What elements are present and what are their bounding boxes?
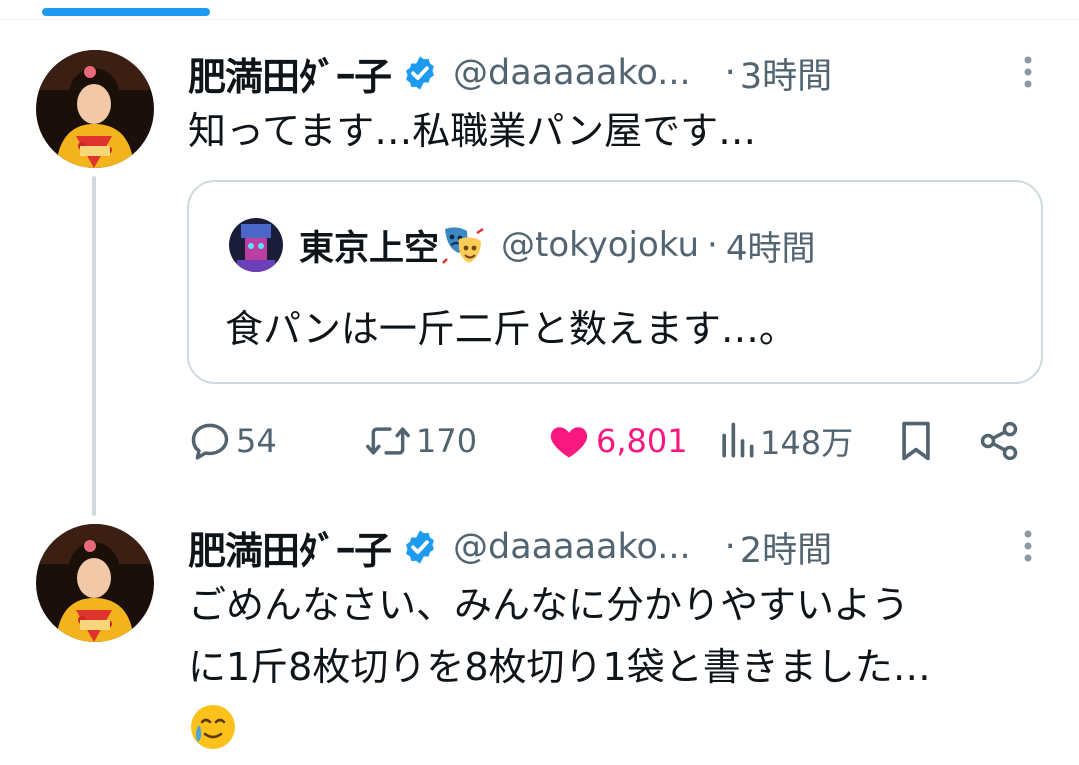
quoted-text: 食パンは一斤二斤と数えます…。 [225,307,797,351]
more-options-icon[interactable] [1008,50,1048,94]
retweet-icon [366,427,410,455]
views-button[interactable]: 148万 [718,416,853,466]
quoted-avatar[interactable] [229,218,283,272]
share-icon [980,421,1018,461]
more-options-icon[interactable] [1008,524,1048,568]
separator-dot: · [724,53,736,93]
crying-smile-emoji-icon [191,705,235,749]
like-count: 6,801 [596,422,688,460]
author-name[interactable]: 肥満田ﾀﾞｰ子 [188,520,392,575]
quoted-handle[interactable]: @tokyojoku [501,225,699,265]
verified-badge-icon [406,56,434,90]
tweet-text-line: ごめんなさい、みんなに分かりやすいよう [188,583,910,627]
tweet-text: 知ってます…私職業パン屋です… [188,109,757,153]
performing-arts-icon [442,227,484,264]
avatar[interactable] [36,50,154,168]
reply-icon [191,423,229,460]
retweet-count: 170 [416,422,478,460]
avatar[interactable] [36,524,154,642]
reply-button[interactable]: 54 [188,416,277,466]
timestamp[interactable]: 2時間 [740,522,832,573]
author-handle[interactable]: @daaaaako... [453,53,691,93]
timestamp[interactable]: 3時間 [740,48,832,99]
views-icon [722,422,754,458]
verified-badge-icon [406,530,434,564]
thread-connector-line [92,176,96,516]
tweet-header: 肥満田ﾀﾞｰ子 @daaaaako... · 3時間 [188,46,1048,100]
retweet-button[interactable]: 170 [364,416,477,466]
top-divider [0,19,1079,20]
bookmark-icon [902,421,930,461]
quoted-header: 東京上空 @tokyojoku · 4時間 [299,220,815,270]
heart-icon [550,427,588,458]
separator-dot: · [724,527,736,567]
view-count: 148万 [760,424,854,462]
author-handle[interactable]: @daaaaako... [453,527,691,567]
separator-dot: · [707,225,718,265]
bookmark-button[interactable] [896,416,936,466]
quoted-timestamp[interactable]: 4時間 [726,221,816,270]
author-name[interactable]: 肥満田ﾀﾞｰ子 [188,46,392,101]
like-button[interactable]: 6,801 [546,416,688,466]
quoted-tweet-card[interactable]: 東京上空 @tokyojoku · 4時間 食パンは一斤二斤と数えます…。 [187,180,1043,384]
active-tab-indicator [42,8,210,16]
tweet-text-line: に1斤8枚切りを8枚切り1袋と書きました… [188,645,931,689]
quoted-author-name[interactable]: 東京上空 [299,220,439,271]
tweet-header: 肥満田ﾀﾞｰ子 @daaaaako... · 2時間 [188,520,1048,574]
share-button[interactable] [976,416,1022,466]
reply-count: 54 [236,422,277,460]
